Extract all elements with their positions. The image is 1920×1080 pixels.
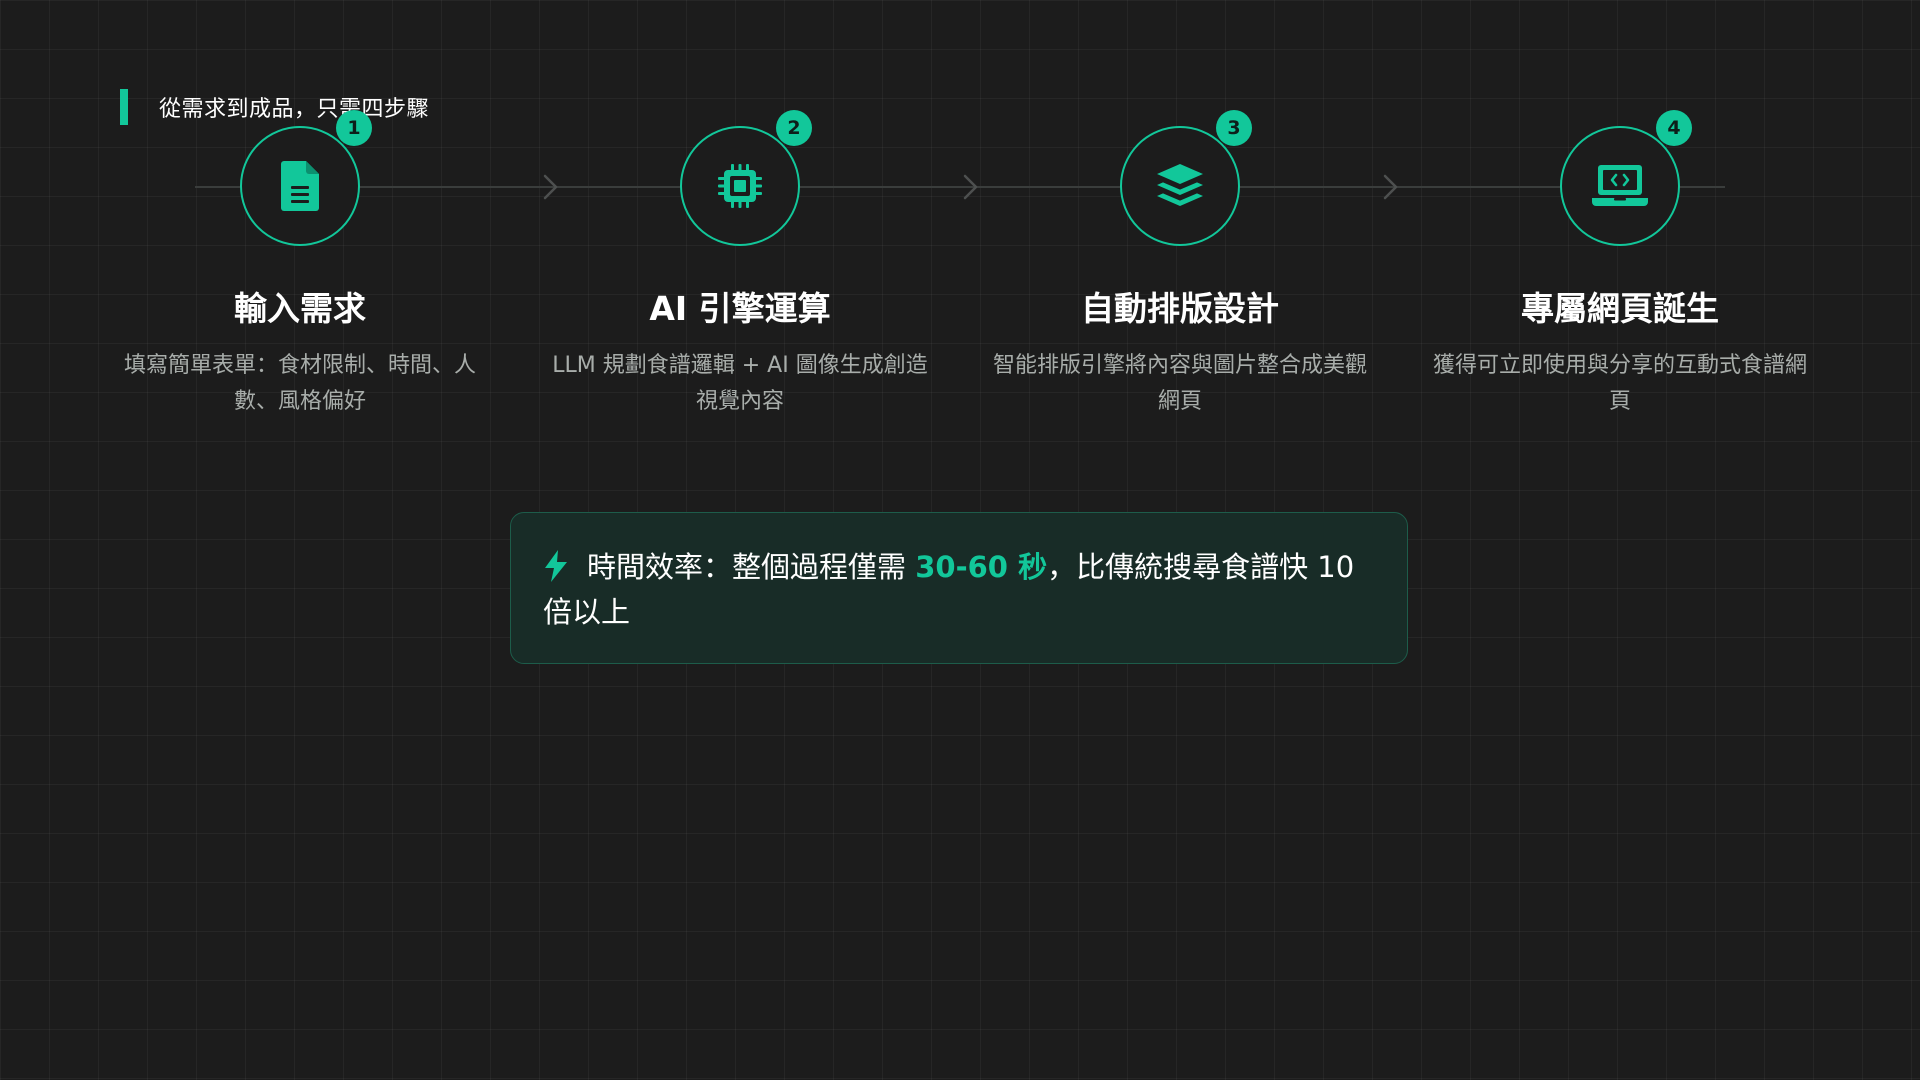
step-3-number-badge: 3 — [1216, 110, 1252, 146]
step-4: 4 專屬網頁誕生 獲得可立即使用與分享的互動式食譜網頁 — [1420, 0, 1820, 440]
chevron-right-icon — [963, 174, 978, 200]
step-1-description: 填寫簡單表單：食材限制、時間、人數、風格偏好 — [123, 353, 476, 414]
layers-icon — [1157, 164, 1203, 206]
step-4-number-badge: 4 — [1656, 110, 1692, 146]
step-3-description: 智能排版引擎將內容與圖片整合成美觀網頁 — [992, 353, 1367, 414]
cpu-chip-icon — [718, 164, 762, 208]
step-1-title: 輸入需求 — [234, 289, 366, 328]
step-4-title: 專屬網頁誕生 — [1521, 289, 1719, 328]
step-4-description: 獲得可立即使用與分享的互動式食譜網頁 — [1432, 353, 1807, 414]
lightning-bolt-icon — [545, 550, 567, 582]
step-3: 3 自動排版設計 智能排版引擎將內容與圖片整合成美觀網頁 — [980, 0, 1380, 440]
step-1-number-badge: 1 — [336, 110, 372, 146]
step-1: 1 輸入需求 填寫簡單表單：食材限制、時間、人數、風格偏好 — [100, 0, 500, 440]
step-2-icon-circle — [680, 126, 800, 246]
step-2: 2 AI 引擎運算 LLM 規劃食譜邏輯 + AI 圖像生成創造視覺內容 — [540, 0, 940, 440]
step-2-title: AI 引擎運算 — [649, 289, 831, 328]
chevron-right-icon — [1383, 174, 1398, 200]
step-2-description: LLM 規劃食譜邏輯 + AI 圖像生成創造視覺內容 — [552, 353, 928, 414]
step-3-title: 自動排版設計 — [1081, 289, 1279, 328]
step-2-number-badge: 2 — [776, 110, 812, 146]
callout-text-prefix: 時間效率：整個過程僅需 — [587, 550, 916, 584]
step-1-icon-circle — [240, 126, 360, 246]
time-efficiency-callout: 時間效率：整個過程僅需 30-60 秒，比傳統搜尋食譜快 10 倍以上 — [510, 512, 1408, 664]
document-icon — [281, 161, 319, 211]
callout-highlight-duration: 30-60 秒 — [915, 550, 1048, 584]
step-4-icon-circle — [1560, 126, 1680, 246]
laptop-code-icon — [1592, 165, 1648, 206]
step-3-icon-circle — [1120, 126, 1240, 246]
